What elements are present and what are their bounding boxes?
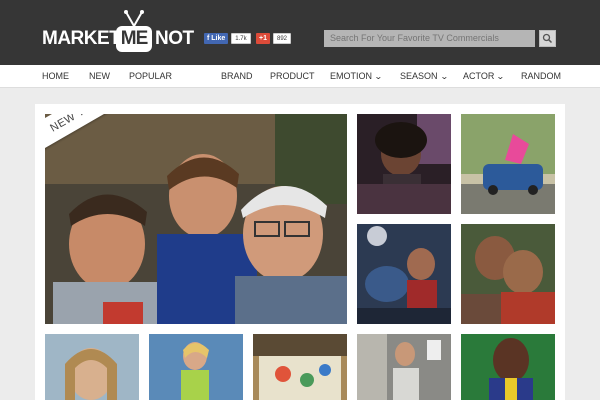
featured-commercial-thumbnail: [45, 114, 347, 324]
logo-word-market: MARKET: [42, 28, 121, 49]
commercial-tile[interactable]: [357, 224, 451, 324]
commercial-thumbnail: [461, 224, 555, 324]
nav-item-season[interactable]: SEASON ⌄: [400, 65, 449, 88]
logo-tv-badge: ME: [116, 26, 152, 52]
nav-item-emotion[interactable]: EMOTION ⌄: [330, 65, 383, 88]
nav-label: PRODUCT: [270, 71, 315, 81]
commercial-tile[interactable]: [357, 114, 451, 214]
commercial-thumbnail: [253, 334, 347, 400]
site-header: MARKET ME NOT f Like 1.7k +1 892: [0, 0, 600, 65]
logo-badge-text: ME: [120, 28, 149, 49]
facebook-like-count: 1.7k: [231, 33, 251, 44]
featured-commercial-tile[interactable]: NEW TV COMMERCIALS: [45, 114, 347, 324]
commercial-thumbnail: [357, 114, 451, 214]
nav-item-new[interactable]: NEW: [89, 65, 110, 88]
search-button[interactable]: [539, 30, 556, 47]
nav-item-brand[interactable]: BRAND: [221, 65, 253, 88]
googleplus-widget[interactable]: +1 892: [256, 33, 291, 44]
commercial-tile[interactable]: [461, 114, 555, 214]
nav-item-popular[interactable]: POPULAR: [129, 65, 172, 88]
commercial-tile[interactable]: [461, 334, 555, 400]
commercial-tile[interactable]: [45, 334, 139, 400]
chevron-down-icon: ⌄: [439, 72, 449, 81]
main-nav: HOME NEW POPULAR BRAND PRODUCT EMOTION ⌄ …: [0, 65, 600, 88]
googleplus-label: +1: [259, 35, 267, 42]
googleplus-count: 892: [272, 33, 291, 44]
googleplus-button[interactable]: +1: [256, 33, 270, 44]
commercial-tile[interactable]: [149, 334, 243, 400]
nav-item-home[interactable]: HOME: [42, 65, 69, 88]
nav-item-random[interactable]: RANDOM: [521, 65, 561, 88]
nav-label: SEASON: [400, 71, 438, 81]
commercial-tile[interactable]: [461, 224, 555, 324]
nav-item-product[interactable]: PRODUCT: [270, 65, 315, 88]
commercial-thumbnail: [357, 334, 451, 400]
commercial-thumbnail: [461, 334, 555, 400]
commercial-thumbnail: [149, 334, 243, 400]
facebook-like-widget[interactable]: f Like 1.7k: [204, 33, 251, 44]
logo-word-not: NOT: [155, 28, 194, 49]
nav-label: BRAND: [221, 71, 253, 81]
search-icon: [542, 33, 553, 44]
chevron-down-icon: ⌄: [496, 72, 506, 81]
nav-label: ACTOR: [463, 71, 495, 81]
commercial-thumbnail: [45, 334, 139, 400]
search-input[interactable]: [324, 30, 535, 47]
facebook-like-label: Like: [211, 35, 226, 42]
nav-label: RANDOM: [521, 71, 561, 81]
commercial-grid: NEW TV COMMERCIALS: [35, 104, 565, 400]
chevron-down-icon: ⌄: [373, 72, 383, 81]
nav-label: EMOTION: [330, 71, 372, 81]
commercial-tile[interactable]: [357, 334, 451, 400]
nav-label: NEW: [89, 71, 110, 81]
nav-item-actor[interactable]: ACTOR ⌄: [463, 65, 506, 88]
nav-label: POPULAR: [129, 71, 173, 81]
nav-label: HOME: [42, 71, 69, 81]
commercial-thumbnail: [461, 114, 555, 214]
commercial-tile[interactable]: [253, 334, 347, 400]
facebook-like-button[interactable]: f Like: [204, 33, 229, 44]
commercial-thumbnail: [357, 224, 451, 324]
